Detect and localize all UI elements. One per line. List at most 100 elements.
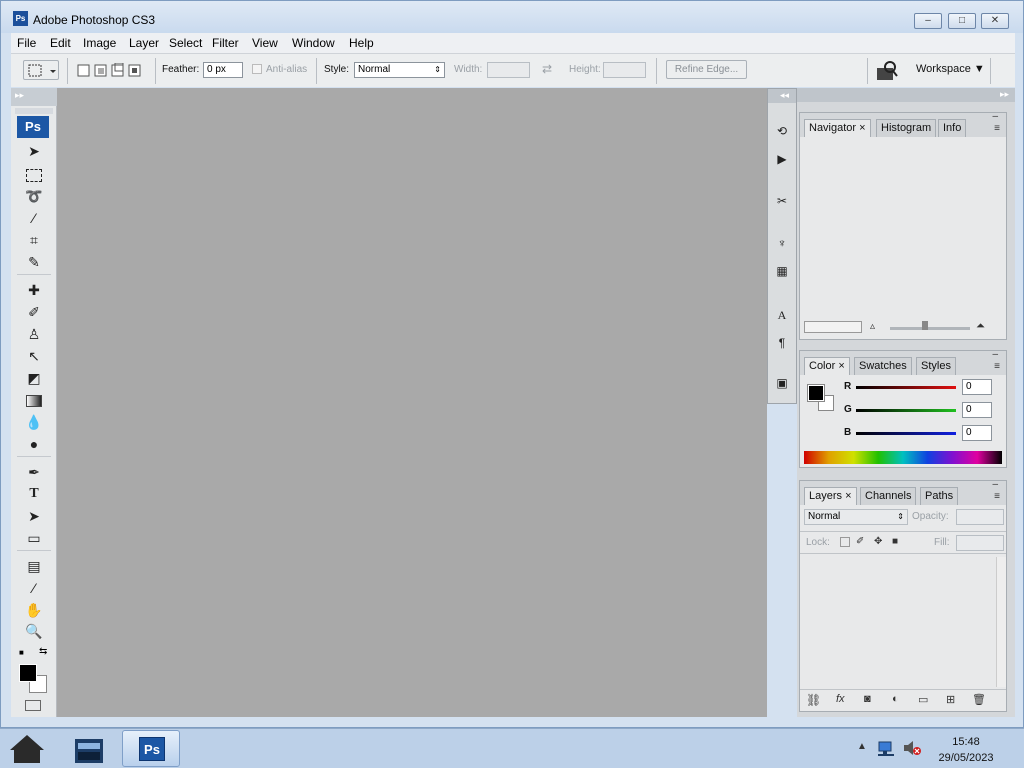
tool-preset-picker[interactable] [23, 60, 59, 80]
foreground-color-swatch[interactable] [19, 664, 37, 682]
dodge-tool-icon[interactable]: ● [19, 434, 49, 454]
feather-input[interactable]: 0 px [203, 62, 243, 78]
tab-paths[interactable]: Paths [920, 487, 959, 505]
healing-brush-tool-icon[interactable]: ✚ [19, 280, 49, 300]
tray-expand-icon[interactable]: ▲ [857, 741, 867, 752]
move-tool-icon[interactable]: ➤ [19, 141, 49, 161]
tab-color[interactable]: Color × [804, 357, 850, 375]
workspace-canvas[interactable] [57, 88, 767, 717]
color-fg-swatch[interactable] [807, 384, 825, 402]
adjustment-layer-icon[interactable]: ◐ [892, 693, 899, 705]
file-manager-icon[interactable] [72, 733, 106, 765]
hand-tool-icon[interactable]: ✋ [19, 600, 49, 620]
refine-edge-button[interactable]: Refine Edge... [666, 60, 747, 79]
minimize-panel-icon[interactable]: – [992, 479, 998, 490]
lock-position-icon[interactable]: ✥ [874, 536, 882, 547]
toolbox-grip[interactable] [15, 108, 53, 114]
menu-help[interactable]: Help [349, 36, 374, 50]
type-tool-icon[interactable]: T [19, 484, 49, 504]
clock-date[interactable]: 29/05/2023 [936, 752, 996, 764]
swap-icon[interactable]: ⇄ [542, 62, 552, 76]
tab-styles[interactable]: Styles [916, 357, 956, 375]
menu-select[interactable]: Select [169, 36, 202, 50]
b-slider[interactable] [856, 432, 956, 435]
close-button[interactable]: ✕ [981, 13, 1009, 29]
style-select[interactable]: Normal ⇕ [354, 62, 445, 78]
zoom-slider[interactable] [890, 327, 970, 330]
history-panel-icon[interactable]: ⟲ [772, 121, 792, 141]
toolbox-header[interactable]: ▸▸ [11, 88, 57, 106]
tab-navigator[interactable]: Navigator × [804, 119, 871, 137]
maximize-button[interactable]: □ [948, 13, 976, 29]
menu-file[interactable]: File [17, 36, 36, 50]
gradient-tool-icon[interactable] [19, 390, 49, 410]
lasso-tool-icon[interactable]: ➰ [19, 186, 49, 206]
dock-header[interactable]: ▸▸ [797, 88, 1015, 102]
lock-pixels-icon[interactable]: ✐ [856, 536, 864, 547]
volume-muted-icon[interactable] [902, 739, 922, 757]
eraser-tool-icon[interactable]: ◩ [19, 368, 49, 388]
path-selection-tool-icon[interactable]: ➤ [19, 506, 49, 526]
slice-tool-icon[interactable]: ✎ [19, 252, 49, 272]
bridge-icon[interactable] [875, 60, 899, 82]
crop-tool-icon[interactable]: ⌗ [19, 230, 49, 250]
collapse-icon[interactable]: ◂◂ [780, 90, 789, 101]
b-input[interactable]: 0 [962, 425, 992, 441]
menu-image[interactable]: Image [83, 36, 116, 50]
default-colors-icon[interactable]: ■ [19, 648, 24, 657]
opacity-input[interactable] [956, 509, 1004, 525]
r-slider[interactable] [856, 386, 956, 389]
zoom-in-icon[interactable]: ⏶ [976, 320, 985, 333]
height-input[interactable] [603, 62, 646, 78]
fill-input[interactable] [956, 535, 1004, 551]
layers-scrollbar[interactable] [996, 557, 1006, 687]
lock-transparency-icon[interactable] [840, 537, 850, 547]
minimize-panel-icon[interactable]: – [992, 349, 998, 360]
strip-header[interactable]: ◂◂ [768, 89, 796, 103]
blend-mode-select[interactable]: Normal ⇕ [804, 509, 908, 525]
quick-mask-icon[interactable] [25, 700, 41, 711]
menu-filter[interactable]: Filter [212, 36, 239, 50]
link-layers-icon[interactable]: ⛓ [806, 693, 821, 707]
workspace-button[interactable]: Workspace ▼ [916, 63, 985, 75]
g-slider[interactable] [856, 409, 956, 412]
lock-all-icon[interactable]: ■ [892, 536, 898, 547]
tab-channels[interactable]: Channels [860, 487, 917, 505]
clone-source-icon[interactable]: ▦ [772, 261, 792, 281]
minimize-button[interactable]: – [914, 13, 942, 29]
expand-icon[interactable]: ▸▸ [1000, 89, 1009, 100]
title-bar[interactable]: Ps Adobe Photoshop CS3 – □ ✕ [1, 1, 1023, 33]
tab-swatches[interactable]: Swatches [854, 357, 912, 375]
tab-layers[interactable]: Layers × [804, 487, 857, 505]
ps-logo[interactable]: Ps [17, 116, 49, 138]
clone-stamp-tool-icon[interactable]: ♙ [19, 324, 49, 344]
tool-presets-icon[interactable]: ✂ [772, 191, 792, 211]
magic-wand-tool-icon[interactable]: ⁄ [19, 208, 49, 228]
g-input[interactable]: 0 [962, 402, 992, 418]
panel-menu-icon[interactable]: ≡ [994, 491, 1000, 502]
r-input[interactable]: 0 [962, 379, 992, 395]
blur-tool-icon[interactable]: 💧 [19, 412, 49, 432]
clock-time[interactable]: 15:48 [936, 736, 996, 748]
zoom-slider-thumb[interactable] [922, 321, 928, 330]
tab-histogram[interactable]: Histogram [876, 119, 937, 137]
panel-menu-icon[interactable]: ≡ [994, 361, 1000, 372]
pen-tool-icon[interactable]: ✒ [19, 462, 49, 482]
zoom-value-field[interactable] [804, 321, 862, 333]
antialias-checkbox[interactable] [252, 64, 262, 74]
menu-edit[interactable]: Edit [50, 36, 71, 50]
new-group-icon[interactable]: ▭ [918, 693, 928, 706]
zoom-tool-icon[interactable]: 🔍 [19, 621, 49, 641]
menu-view[interactable]: View [252, 36, 278, 50]
actions-panel-icon[interactable]: ▶ [772, 149, 792, 169]
panel-menu-icon[interactable]: ≡ [994, 123, 1000, 134]
brushes-panel-icon[interactable]: ♆ [772, 233, 792, 253]
new-layer-icon[interactable]: ⊞ [946, 693, 955, 706]
fx-icon[interactable]: fx [836, 693, 845, 705]
selection-mode-icons[interactable] [77, 63, 145, 79]
home-icon[interactable] [8, 733, 46, 765]
layer-comps-icon[interactable]: ▣ [772, 373, 792, 393]
minimize-panel-icon[interactable]: – [992, 111, 998, 122]
menu-layer[interactable]: Layer [129, 36, 159, 50]
photoshop-taskbar-button[interactable]: Ps [122, 730, 180, 767]
